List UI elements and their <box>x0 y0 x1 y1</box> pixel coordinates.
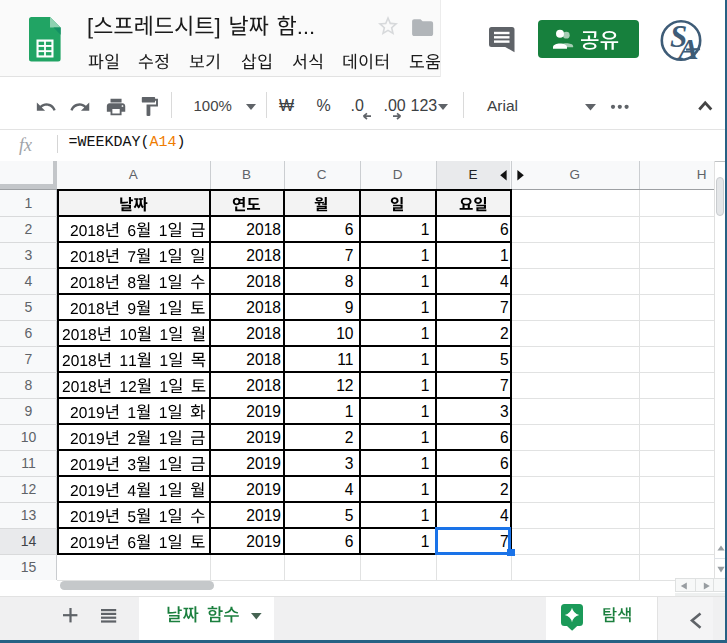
svg-text:A: A <box>677 31 699 64</box>
